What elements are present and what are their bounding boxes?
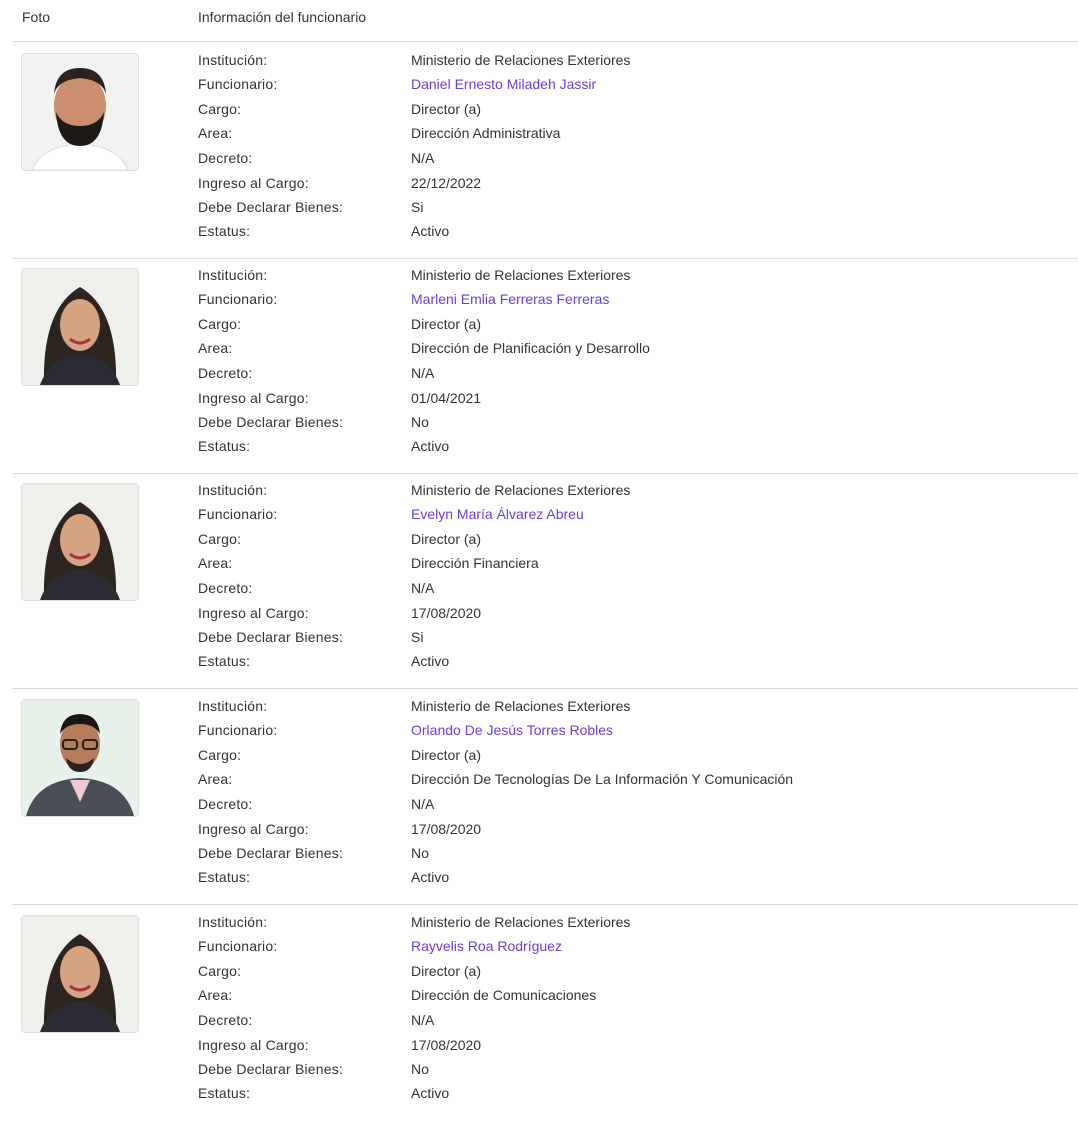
official-photo [21,483,139,601]
official-photo [21,268,139,386]
field-value-area: Dirección Financiera [411,555,539,571]
field-label-funcionario: Funcionario: [198,76,278,92]
field-label-cargo: Cargo: [198,316,242,332]
field-label-estatus: Estatus: [198,438,251,454]
official-name-link[interactable]: Rayvelis Roa Rodríguez [411,938,562,954]
field-label-area: Area: [198,555,233,571]
field-value-estatus: Activo [411,223,450,239]
field-label-area: Area: [198,340,233,356]
official-name-link[interactable]: Orlando De Jesús Torres Robles [411,722,613,738]
field-label-cargo: Cargo: [198,747,242,763]
field-value-estatus: Activo [411,869,450,885]
field-label-decreto: Decreto: [198,365,253,381]
field-label-area: Area: [198,987,233,1003]
field-label-cargo: Cargo: [198,101,242,117]
field-label-institucion: Institución: [198,52,268,68]
official-photo [21,53,139,171]
field-value-cargo: Director (a) [411,747,482,763]
field-label-ingreso: Ingreso al Cargo: [198,1037,309,1053]
field-label-area: Area: [198,125,233,141]
field-label-decreto: Decreto: [198,1012,253,1028]
field-value-cargo: Director (a) [411,531,482,547]
official-photo [21,699,139,817]
field-label-ingreso: Ingreso al Cargo: [198,175,309,191]
field-value-declarar: No [411,1061,429,1077]
field-label-ingreso: Ingreso al Cargo: [198,821,309,837]
field-value-declarar: Si [411,199,424,215]
field-value-area: Dirección De Tecnologías De La Informaci… [411,771,794,787]
field-label-institucion: Institución: [198,914,268,930]
field-label-declarar: Debe Declarar Bienes: [198,414,344,430]
field-label-institucion: Institución: [198,482,268,498]
official-row: Institución: Ministerio de Relaciones Ext… [0,258,1078,474]
field-value-decreto: N/A [411,580,435,596]
field-value-cargo: Director (a) [411,963,482,979]
column-header-info: Información del funcionario [198,9,367,25]
table-header: Foto Información del funcionario [0,0,1078,42]
field-label-cargo: Cargo: [198,963,242,979]
field-value-cargo: Director (a) [411,316,482,332]
field-value-estatus: Activo [411,438,450,454]
field-label-area: Area: [198,771,233,787]
field-value-area: Dirección de Planificación y Desarrollo [411,340,650,356]
column-header-foto: Foto [22,9,51,25]
field-label-estatus: Estatus: [198,869,251,885]
field-label-funcionario: Funcionario: [198,291,278,307]
field-label-declarar: Debe Declarar Bienes: [198,629,344,645]
official-row: Institución: Ministerio de Relaciones Ext… [0,905,1078,1121]
field-value-decreto: N/A [411,1012,435,1028]
field-label-decreto: Decreto: [198,796,253,812]
field-value-institucion: Ministerio de Relaciones Exteriores [411,914,631,930]
field-label-declarar: Debe Declarar Bienes: [198,199,344,215]
field-value-institucion: Ministerio de Relaciones Exteriores [411,482,631,498]
field-value-decreto: N/A [411,365,435,381]
field-value-estatus: Activo [411,653,450,669]
field-label-ingreso: Ingreso al Cargo: [198,605,309,621]
field-value-institucion: Ministerio de Relaciones Exteriores [411,52,631,68]
field-value-institucion: Ministerio de Relaciones Exteriores [411,267,631,283]
official-name-link[interactable]: Marleni Emlia Ferreras Ferreras [411,291,609,307]
official-photo [21,915,139,1033]
field-value-estatus: Activo [411,1085,450,1101]
field-value-institucion: Ministerio de Relaciones Exteriores [411,698,631,714]
field-value-ingreso: 17/08/2020 [411,821,482,837]
field-value-cargo: Director (a) [411,101,482,117]
field-label-ingreso: Ingreso al Cargo: [198,390,309,406]
field-label-institucion: Institución: [198,267,268,283]
field-value-declarar: No [411,845,429,861]
field-label-estatus: Estatus: [198,223,251,239]
official-name-link[interactable]: Evelyn María Álvarez Abreu [411,506,584,522]
field-value-declarar: No [411,414,429,430]
field-value-ingreso: 17/08/2020 [411,1037,482,1053]
field-label-decreto: Decreto: [198,150,253,166]
official-row: Institución: Ministerio de Relaciones Ext… [0,689,1078,905]
field-label-estatus: Estatus: [198,653,251,669]
field-label-institucion: Institución: [198,698,268,714]
field-value-area: Dirección de Comunicaciones [411,987,597,1003]
field-label-declarar: Debe Declarar Bienes: [198,1061,344,1077]
field-label-cargo: Cargo: [198,531,242,547]
field-label-funcionario: Funcionario: [198,722,278,738]
field-label-funcionario: Funcionario: [198,506,278,522]
field-value-ingreso: 17/08/2020 [411,605,482,621]
official-name-link[interactable]: Daniel Ernesto Miladeh Jassir [411,76,596,92]
field-value-ingreso: 01/04/2021 [411,390,482,406]
field-value-area: Dirección Administrativa [411,125,561,141]
header-divider [12,41,1078,42]
official-row: Institución: Ministerio de Relaciones Ext… [0,473,1078,689]
field-label-declarar: Debe Declarar Bienes: [198,845,344,861]
official-row: Institución: Ministerio de Relaciones Ext… [0,43,1078,259]
field-value-ingreso: 22/12/2022 [411,175,482,191]
field-label-estatus: Estatus: [198,1085,251,1101]
field-value-declarar: Si [411,629,424,645]
field-label-decreto: Decreto: [198,580,253,596]
field-value-decreto: N/A [411,796,435,812]
field-label-funcionario: Funcionario: [198,938,278,954]
field-value-decreto: N/A [411,150,435,166]
